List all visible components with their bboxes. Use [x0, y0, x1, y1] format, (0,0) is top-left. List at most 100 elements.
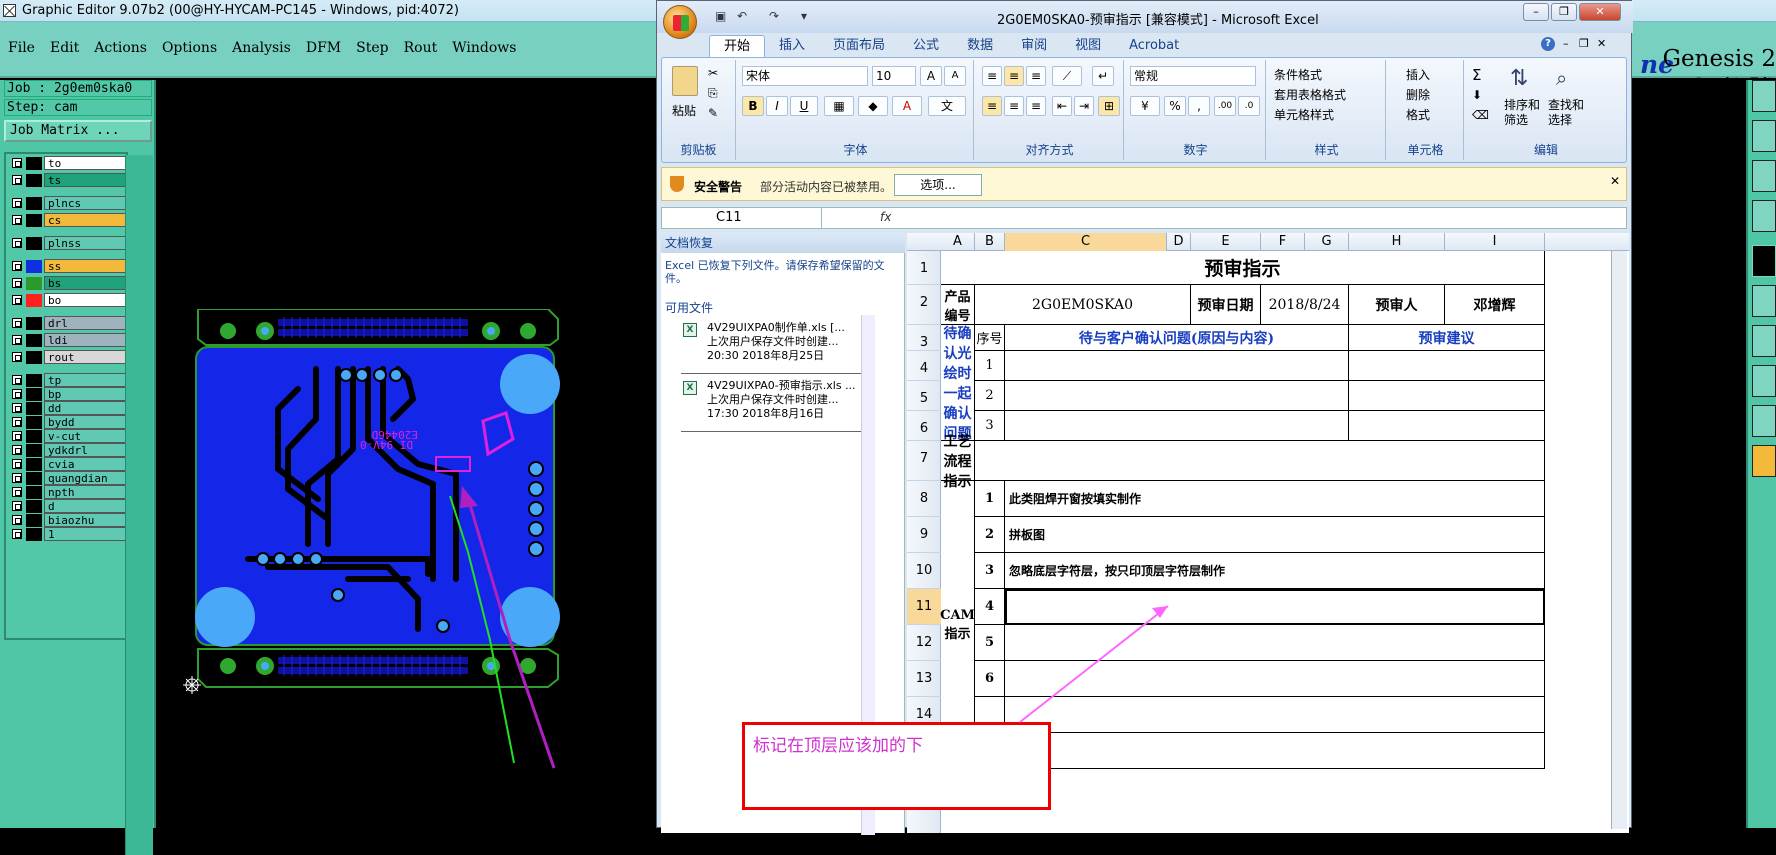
menu-dfm[interactable]: DFM: [306, 40, 341, 56]
row-number[interactable]: 3: [975, 411, 1005, 441]
layer-row-1[interactable]: 1: [8, 527, 126, 541]
decrease-indent-icon[interactable]: ⇤: [1052, 96, 1072, 116]
layer-row-d[interactable]: d: [8, 499, 126, 513]
minimize-button[interactable]: –: [1523, 3, 1549, 21]
layer-row-plnss[interactable]: plnss: [8, 236, 126, 250]
tab-4[interactable]: 数据: [953, 35, 1007, 57]
vertical-scrollbar[interactable]: [1611, 251, 1627, 829]
layer-checkbox[interactable]: [12, 389, 22, 399]
tool-button[interactable]: [1752, 445, 1776, 477]
orientation-icon[interactable]: ⟋: [1052, 66, 1082, 86]
layer-checkbox[interactable]: [12, 445, 22, 455]
underline-button[interactable]: U: [790, 96, 818, 116]
tab-1[interactable]: 插入: [765, 35, 819, 57]
layer-checkbox[interactable]: [12, 459, 22, 469]
tool-button[interactable]: [1752, 120, 1776, 152]
office-button[interactable]: [663, 5, 697, 39]
cam-instruction[interactable]: 忽略底层字符层，按只印顶层字符层制作: [1005, 553, 1545, 589]
cell[interactable]: [1005, 697, 1545, 733]
menu-options[interactable]: Options: [162, 40, 217, 56]
decrease-decimal-icon[interactable]: .0: [1238, 96, 1260, 116]
name-box[interactable]: C11: [662, 208, 822, 228]
layer-row-npth[interactable]: npth: [8, 485, 126, 499]
layer-checkbox[interactable]: [12, 375, 22, 385]
tab-3[interactable]: 公式: [899, 35, 953, 57]
layer-row-ydkdrl[interactable]: ydkdrl: [8, 443, 126, 457]
layer-name[interactable]: bo: [44, 293, 126, 307]
shrink-font-icon[interactable]: A: [944, 66, 966, 86]
layer-name[interactable]: dd: [44, 401, 126, 415]
row-header[interactable]: 2: [907, 285, 941, 325]
tool-button[interactable]: [1752, 245, 1776, 277]
ribbon-close-icon[interactable]: ✕: [1597, 37, 1606, 50]
layer-row-bydd[interactable]: bydd: [8, 415, 126, 429]
italic-button[interactable]: I: [766, 96, 788, 116]
row-number[interactable]: 4: [975, 589, 1005, 625]
align-middle-icon[interactable]: ≡: [1004, 66, 1024, 86]
tool-button[interactable]: [1752, 325, 1776, 357]
increase-indent-icon[interactable]: ⇥: [1074, 96, 1094, 116]
cut-icon[interactable]: ✂: [708, 66, 718, 80]
row-number[interactable]: 3: [975, 553, 1005, 589]
ribbon-restore-icon[interactable]: ❐: [1579, 37, 1589, 50]
tool-button[interactable]: [1752, 80, 1776, 112]
row-header[interactable]: 9: [907, 517, 941, 553]
layer-row-bs[interactable]: bs: [8, 276, 126, 290]
cam-instruction[interactable]: 拼板图: [1005, 517, 1545, 553]
layer-checkbox[interactable]: [12, 501, 22, 511]
pcb-canvas[interactable]: E20446D DI 94V-0: [188, 308, 568, 692]
cell[interactable]: [1005, 351, 1349, 381]
paste-icon[interactable]: [672, 66, 698, 96]
align-bottom-icon[interactable]: ≡: [1026, 66, 1046, 86]
layer-checkbox[interactable]: [12, 261, 22, 271]
layer-checkbox[interactable]: [12, 318, 22, 328]
clear-icon[interactable]: ⌫: [1472, 108, 1489, 122]
row-header[interactable]: 10: [907, 553, 941, 589]
tool-button[interactable]: [1752, 365, 1776, 397]
layer-name[interactable]: ydkdrl: [44, 443, 126, 457]
layer-checkbox[interactable]: [12, 431, 22, 441]
sheet-title[interactable]: 预审指示: [941, 251, 1545, 285]
layer-checkbox[interactable]: [12, 335, 22, 345]
align-left-icon[interactable]: ≡: [982, 96, 1002, 116]
currency-icon[interactable]: ¥: [1130, 96, 1160, 116]
recovered-file-item[interactable]: X 4V29UIXPA0-预审指示.xls ... 上次用户保存文件时创建...…: [683, 379, 879, 421]
tool-button[interactable]: [1752, 200, 1776, 232]
percent-icon[interactable]: %: [1164, 96, 1186, 116]
ribbon-minimize-icon[interactable]: –: [1563, 37, 1569, 50]
layer-name[interactable]: biaozhu: [44, 513, 126, 527]
insert-cells-button[interactable]: 插入: [1406, 66, 1430, 83]
layer-checkbox[interactable]: [12, 158, 22, 168]
job-matrix-button[interactable]: Job Matrix ...: [4, 120, 152, 142]
selected-cell[interactable]: [1005, 589, 1545, 625]
row-header[interactable]: 13: [907, 661, 941, 697]
recovered-file-item[interactable]: X 4V29UIXPA0制作单.xls [... 上次用户保存文件时创建... …: [683, 321, 879, 363]
layer-row-v-cut[interactable]: v-cut: [8, 429, 126, 443]
cell[interactable]: [1005, 733, 1545, 769]
layer-row-bo[interactable]: bo: [8, 293, 126, 307]
column-header[interactable]: H: [1349, 233, 1445, 251]
font-color-icon[interactable]: A: [892, 96, 922, 116]
borders-icon[interactable]: ▦: [824, 96, 854, 116]
delete-cells-button[interactable]: 删除: [1406, 86, 1430, 103]
menu-edit[interactable]: Edit: [50, 40, 79, 56]
cell[interactable]: [1349, 351, 1545, 381]
column-header[interactable]: B: [975, 233, 1005, 251]
layer-name[interactable]: plnss: [44, 236, 126, 250]
layer-checkbox[interactable]: [12, 529, 22, 539]
layer-row-cs[interactable]: cs: [8, 213, 126, 227]
review-date-label[interactable]: 预审日期: [1191, 285, 1261, 325]
increase-decimal-icon[interactable]: .00: [1214, 96, 1236, 116]
layer-name[interactable]: bydd: [44, 415, 126, 429]
font-size-combo[interactable]: 10: [872, 66, 916, 86]
layer-row-ts[interactable]: ts: [8, 173, 126, 187]
row-header[interactable]: 4: [907, 351, 941, 381]
layer-name[interactable]: ldi: [44, 333, 126, 347]
menu-analysis[interactable]: Analysis: [232, 40, 291, 56]
tab-2[interactable]: 页面布局: [819, 35, 899, 57]
menu-rout[interactable]: Rout: [404, 40, 438, 56]
layer-checkbox[interactable]: [12, 417, 22, 427]
layer-checkbox[interactable]: [12, 215, 22, 225]
format-cells-button[interactable]: 格式: [1406, 106, 1430, 123]
layer-row-bp[interactable]: bp: [8, 387, 126, 401]
